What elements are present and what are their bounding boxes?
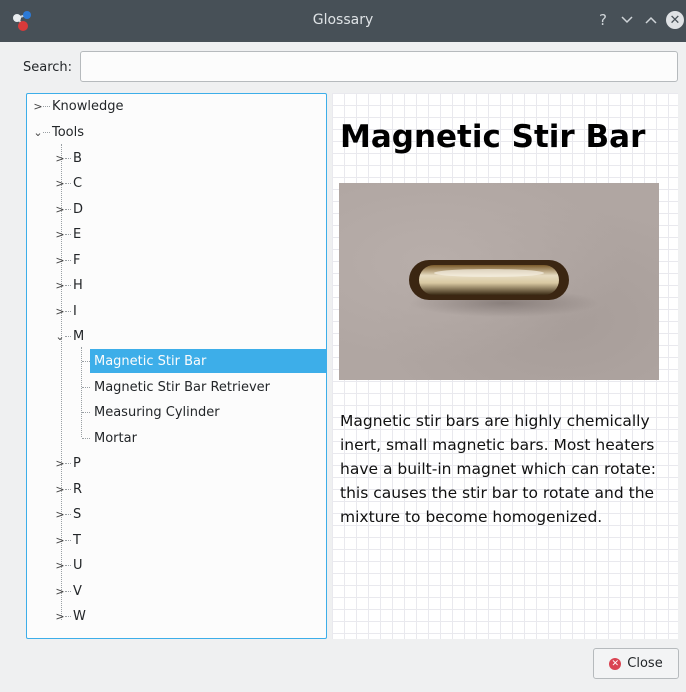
chevron-right-icon[interactable]: > (55, 451, 65, 476)
tree-item-label: I (73, 304, 77, 319)
title-bar[interactable]: Glossary ? ✕ (0, 0, 686, 42)
chevron-right-icon[interactable]: > (55, 248, 65, 273)
tree-item-label: C (73, 176, 83, 191)
search-input[interactable] (80, 51, 678, 82)
chevron-right-icon[interactable]: > (55, 502, 65, 527)
search-label: Search: (23, 60, 73, 75)
help-button[interactable]: ? (592, 9, 614, 31)
chevron-right-icon[interactable]: > (55, 273, 65, 298)
chevron-right-icon[interactable]: > (55, 222, 65, 247)
minimize-button[interactable] (616, 9, 638, 31)
chevron-right-icon[interactable]: > (55, 528, 65, 553)
chevron-down-icon[interactable]: ⌄ (33, 120, 43, 145)
tree-item-label: S (73, 507, 82, 522)
tree-item-label: D (73, 202, 84, 217)
tree-item-label: Mortar (94, 431, 137, 446)
chevron-right-icon[interactable]: > (55, 171, 65, 196)
tree-item-label: V (73, 584, 82, 599)
glossary-window: Glossary ? ✕ Search: > Knowledge ⌄ Tools… (0, 0, 686, 692)
entry-description: Magnetic stir bars are highly chemically… (340, 412, 656, 526)
chevron-down-icon[interactable]: ⌄ (55, 324, 65, 349)
tree-item-label: H (73, 278, 83, 293)
chevron-right-icon[interactable]: > (55, 146, 65, 171)
tree-item-label: Knowledge (52, 99, 124, 114)
chevron-right-icon[interactable]: > (55, 299, 65, 324)
tree-item-label: T (73, 533, 81, 548)
entry-title: Magnetic Stir Bar (340, 119, 646, 155)
tree-item-label: E (73, 227, 82, 242)
chevron-up-icon (645, 16, 657, 24)
close-button-label: Close (627, 656, 663, 671)
glossary-tree[interactable]: > Knowledge ⌄ Tools > B > C > D > E > F > H > I… (26, 93, 327, 639)
tree-item-label: F (73, 253, 81, 268)
tree-item-label: Magnetic Stir Bar Retriever (94, 380, 270, 395)
close-icon: ✕ (666, 11, 684, 29)
close-button[interactable]: ✕ Close (593, 648, 679, 679)
window-title: Glossary (312, 12, 374, 28)
tree-item-label: Magnetic Stir Bar (94, 354, 207, 369)
chevron-right-icon[interactable]: > (55, 579, 65, 604)
stir-bar-image (339, 183, 659, 380)
tree-item-label: R (73, 482, 83, 497)
close-icon: ✕ (609, 657, 622, 670)
chevron-right-icon[interactable]: > (55, 553, 65, 578)
window-close-button[interactable]: ✕ (664, 9, 686, 31)
chevron-right-icon[interactable]: > (33, 94, 43, 119)
chevron-down-icon (621, 16, 633, 24)
tree-item-label: U (73, 558, 83, 573)
chevron-right-icon[interactable]: > (55, 477, 65, 502)
chevron-right-icon[interactable]: > (55, 604, 65, 629)
tree-item-label: B (73, 151, 82, 166)
tree-item-label: Tools (52, 125, 85, 140)
tree-item-label: W (73, 609, 86, 624)
tree-item-label: P (73, 456, 81, 471)
tree-item-label: M (73, 329, 85, 344)
tree-item-label: Measuring Cylinder (94, 405, 220, 420)
chevron-right-icon[interactable]: > (55, 197, 65, 222)
glossary-detail-panel: Magnetic Stir Bar Magnetic stir bars are… (332, 93, 678, 639)
maximize-button[interactable] (640, 9, 662, 31)
help-icon: ? (599, 11, 607, 29)
